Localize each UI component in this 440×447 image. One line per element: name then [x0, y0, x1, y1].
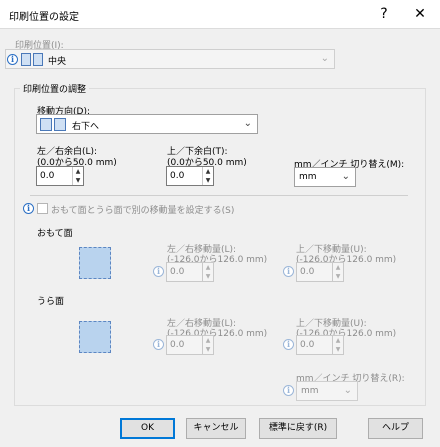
help-button[interactable]: ヘルプ — [368, 418, 423, 439]
window-title: 印刷位置の設定 — [9, 12, 79, 23]
spin-up-icon[interactable]: ▲ — [333, 336, 343, 345]
restore-defaults-button[interactable]: 標準に戻す(R) — [259, 418, 337, 439]
front-lr-stepper[interactable]: 0.0 ▲ ▼ — [166, 262, 214, 282]
spin-up-icon[interactable]: ▲ — [203, 263, 213, 272]
spin-down-icon[interactable]: ▼ — [203, 176, 213, 185]
unit-value: mm — [299, 172, 317, 182]
front-tb-stepper[interactable]: 0.0 ▲ ▼ — [296, 262, 344, 282]
info-icon: i — [23, 203, 34, 214]
lr-margin-value: 0.0 — [40, 171, 55, 181]
info-icon: i — [283, 266, 294, 277]
spin-up-icon[interactable]: ▲ — [333, 263, 343, 272]
back-tb-value: 0.0 — [300, 340, 315, 350]
front-tb-value: 0.0 — [300, 267, 315, 277]
info-icon: i — [283, 339, 294, 350]
print-position-select[interactable]: i 中央 ⌄ — [5, 49, 335, 69]
front-preview — [79, 247, 111, 279]
spin-down-icon[interactable]: ▼ — [203, 272, 213, 281]
close-button[interactable]: ✕ — [408, 4, 432, 24]
chevron-down-icon: ⌄ — [343, 385, 352, 396]
info-icon: i — [153, 339, 164, 350]
help-title-button[interactable]: ? — [372, 4, 396, 24]
page-back-icon — [54, 118, 66, 131]
page-left-icon — [21, 53, 31, 66]
back-lr-value: 0.0 — [170, 340, 185, 350]
info-icon: i — [283, 385, 294, 396]
spin-down-icon[interactable]: ▼ — [333, 272, 343, 281]
ok-button[interactable]: OK — [120, 418, 175, 439]
back-preview — [79, 321, 111, 353]
page-front-icon — [40, 118, 52, 131]
unit-select[interactable]: mm ⌄ — [294, 167, 356, 187]
lr-margin-stepper[interactable]: 0.0 ▲ ▼ — [36, 166, 84, 186]
front-lr-value: 0.0 — [170, 267, 185, 277]
spin-up-icon[interactable]: ▲ — [203, 336, 213, 345]
back-tb-stepper[interactable]: 0.0 ▲ ▼ — [296, 335, 344, 355]
spin-down-icon[interactable]: ▼ — [203, 345, 213, 354]
print-position-value: 中央 — [48, 57, 67, 67]
spin-down-icon[interactable]: ▼ — [333, 345, 343, 354]
back-heading: うら面 — [37, 297, 65, 307]
info-icon: i — [7, 54, 18, 65]
back-lr-stepper[interactable]: 0.0 ▲ ▼ — [166, 335, 214, 355]
title-bar: 印刷位置の設定 ? ✕ — [0, 0, 440, 28]
chevron-down-icon: ⌄ — [341, 171, 350, 182]
adjust-group-title: 印刷位置の調整 — [20, 82, 90, 95]
chevron-down-icon: ⌄ — [243, 118, 252, 129]
separate-checkbox-label: おもて面とうら面で別の移動量を設定する(S) — [51, 206, 235, 216]
tb-margin-stepper[interactable]: 0.0 ▲ ▼ — [166, 166, 214, 186]
page-right-icon — [33, 53, 43, 66]
back-unit-select[interactable]: mm ⌄ — [296, 381, 358, 401]
spin-up-icon[interactable]: ▲ — [203, 167, 213, 176]
chevron-down-icon: ⌄ — [320, 53, 329, 64]
direction-value: 右下へ — [72, 122, 100, 132]
direction-select[interactable]: 右下へ ⌄ — [36, 114, 258, 134]
tb-margin-value: 0.0 — [170, 171, 185, 181]
separate-checkbox[interactable] — [37, 203, 48, 214]
cancel-button[interactable]: キャンセル — [186, 418, 246, 439]
spin-down-icon[interactable]: ▼ — [73, 176, 83, 185]
front-heading: おもて面 — [37, 229, 73, 239]
spin-up-icon[interactable]: ▲ — [73, 167, 83, 176]
info-icon: i — [153, 266, 164, 277]
divider — [30, 195, 408, 196]
back-unit-value: mm — [301, 386, 319, 396]
